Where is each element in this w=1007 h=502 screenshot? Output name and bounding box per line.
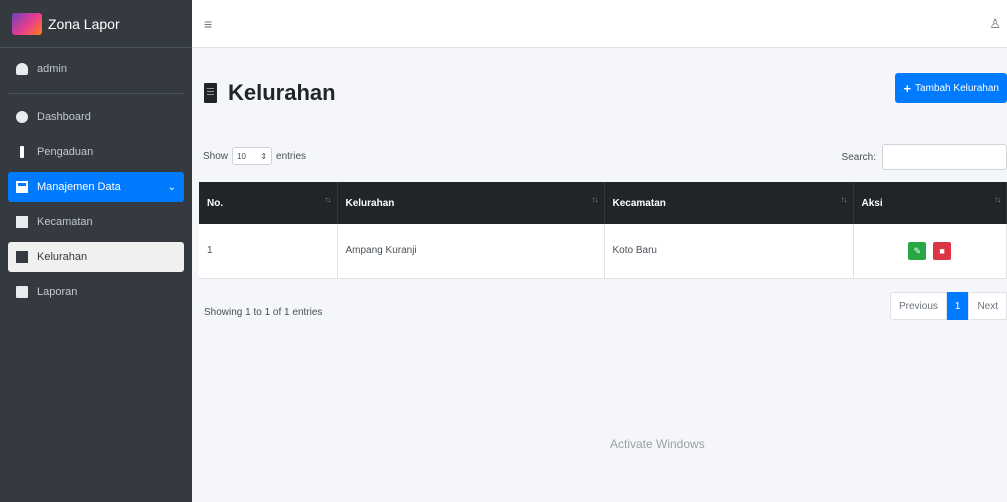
show-label: Show: [203, 150, 229, 162]
pagination: Previous 1 Next: [889, 292, 1007, 320]
top-navbar: ≡ ♙: [192, 0, 1007, 48]
sort-icon: ↑↓: [840, 195, 848, 204]
menu-toggle-icon[interactable]: ≡: [204, 16, 212, 32]
cell-kelurahan: Ampang Kuranji: [337, 224, 605, 279]
sidebar-item-label: Manajemen Data: [37, 181, 121, 193]
entries-label: entries: [276, 150, 307, 162]
plus-icon: +: [903, 80, 912, 96]
user-icon: [16, 63, 28, 75]
pagination-page-1[interactable]: 1: [946, 292, 969, 320]
pagination-next[interactable]: Next: [968, 292, 1007, 320]
entries-select[interactable]: 10 ⇕: [232, 147, 273, 165]
cell-aksi: ✎ ■: [853, 224, 1007, 279]
column-header-aksi[interactable]: Aksi ↑↓: [853, 182, 1007, 224]
building-icon: [16, 216, 28, 228]
table-info: Showing 1 to 1 of 1 entries: [204, 307, 323, 318]
sidebar-item-kelurahan[interactable]: Kelurahan: [8, 242, 184, 272]
cell-kecamatan: Koto Baru: [604, 224, 854, 279]
sidebar-item-pengaduan[interactable]: Pengaduan: [8, 137, 184, 167]
sort-icon: ↑↓: [591, 195, 599, 204]
trash-icon: ■: [939, 245, 945, 256]
main-content: Kelurahan + Tambah Kelurahan Show 10 ⇕ e…: [192, 48, 1007, 502]
sidebar-item-label: Dashboard: [37, 111, 91, 123]
sidebar-item-laporan[interactable]: Laporan: [8, 277, 184, 307]
brand-name: Zona Lapor: [48, 15, 120, 32]
activate-windows-watermark: Activate Windows: [610, 437, 705, 451]
sidebar-item-label: Kelurahan: [37, 251, 88, 263]
building-icon: [16, 251, 28, 263]
table-row: 1 Ampang Kuranji Koto Baru ✎ ■: [199, 224, 1007, 279]
file-icon: [16, 286, 28, 298]
add-kelurahan-button[interactable]: + Tambah Kelurahan: [895, 73, 1007, 103]
dashboard-icon: [16, 111, 28, 123]
search-input[interactable]: [882, 144, 1007, 170]
sidebar-user[interactable]: admin: [8, 54, 184, 84]
table-header-row: No. ↑↓ Kelurahan ↑↓ Kecamatan ↑↓ Aksi ↑↓: [199, 182, 1007, 224]
entries-select-value: 10: [237, 151, 246, 161]
add-button-label: Tambah Kelurahan: [915, 82, 999, 94]
page-title: Kelurahan: [204, 80, 336, 106]
exclamation-icon: [20, 146, 24, 158]
sidebar-item-kecamatan[interactable]: Kecamatan: [8, 207, 184, 237]
sidebar-item-label: Laporan: [37, 286, 78, 298]
brand-logo: [12, 12, 42, 35]
chevron-down-icon: ⌄: [167, 181, 176, 193]
sort-icon: ↑↓: [994, 195, 1001, 204]
sidebar: Zona Lapor admin Dashboard Pengaduan Man…: [0, 0, 192, 502]
sidebar-item-dashboard[interactable]: Dashboard: [8, 102, 184, 132]
building-icon: [204, 83, 217, 103]
table-search: Search:: [842, 144, 1007, 170]
sort-icon: ↑↓: [324, 195, 332, 204]
edit-button[interactable]: ✎: [908, 241, 927, 260]
sidebar-nav: admin Dashboard Pengaduan Manajemen Data…: [0, 48, 192, 318]
user-menu-icon[interactable]: ♙: [989, 16, 1001, 32]
sidebar-item-label: Kecamatan: [37, 216, 93, 228]
column-header-kecamatan[interactable]: Kecamatan ↑↓: [604, 182, 854, 224]
kelurahan-table: No. ↑↓ Kelurahan ↑↓ Kecamatan ↑↓ Aksi ↑↓ 1 A…: [199, 182, 1007, 279]
table-icon: [16, 181, 28, 193]
page-title-text: Kelurahan: [228, 80, 336, 105]
sidebar-item-label: Pengaduan: [37, 146, 94, 158]
column-header-kelurahan[interactable]: Kelurahan ↑↓: [337, 182, 605, 224]
brand[interactable]: Zona Lapor: [0, 0, 192, 48]
sidebar-item-manajemen-data[interactable]: Manajemen Data ⌄: [8, 172, 184, 202]
column-header-no[interactable]: No. ↑↓: [199, 182, 338, 224]
select-arrows-icon: ⇕: [260, 151, 268, 161]
edit-icon: ✎: [913, 245, 922, 256]
sidebar-user-label: admin: [37, 63, 67, 75]
pagination-previous[interactable]: Previous: [889, 292, 947, 320]
cell-no: 1: [199, 224, 338, 279]
entries-length-control: Show 10 ⇕ entries: [203, 147, 306, 165]
delete-button[interactable]: ■: [933, 241, 952, 260]
search-label: Search:: [841, 151, 876, 163]
